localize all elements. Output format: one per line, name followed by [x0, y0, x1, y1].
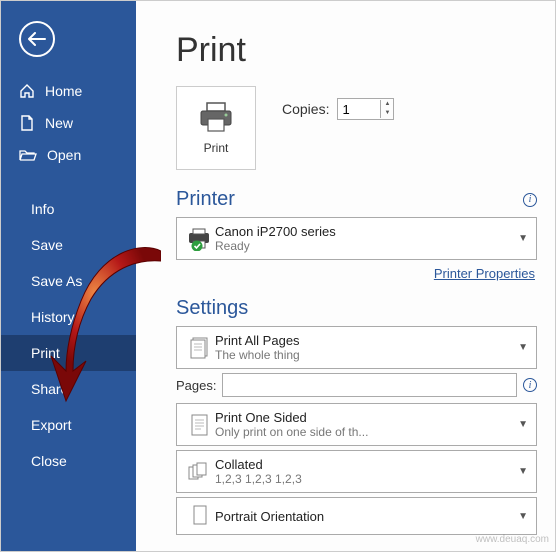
watermark: www.deuaq.com — [476, 534, 549, 545]
copies-label: Copies: — [282, 101, 329, 117]
settings-heading: Settings — [176, 297, 248, 320]
pages-label: Pages: — [176, 378, 216, 393]
back-button[interactable] — [19, 21, 55, 57]
folder-open-icon — [19, 147, 37, 163]
copies-spinbox[interactable]: ▲ ▼ — [337, 98, 394, 120]
print-sides-dropdown[interactable]: Print One Sided Only print on one side o… — [176, 403, 537, 446]
arrow-left-icon — [28, 32, 46, 46]
chevron-down-icon: ▼ — [512, 466, 528, 477]
one-sided-icon — [188, 412, 212, 438]
print-panel: Print Print Copies: ▲ ▼ — [136, 1, 555, 551]
sidebar-item-label: Print — [31, 345, 60, 361]
dropdown-line1: Portrait Orientation — [215, 509, 324, 524]
dropdown-line1: Print One Sided — [215, 410, 512, 425]
sidebar-item-label: Info — [31, 201, 54, 217]
sidebar-item-label: Close — [31, 453, 67, 469]
sidebar-item-label: Export — [31, 417, 71, 433]
backstage-sidebar: Home New Open Info Save Save As History … — [1, 1, 136, 551]
chevron-down-icon: ▼ — [512, 233, 528, 244]
sidebar-item-save-as[interactable]: Save As — [1, 263, 136, 299]
home-icon — [19, 83, 35, 99]
sidebar-item-export[interactable]: Export — [1, 407, 136, 443]
dropdown-line2: The whole thing — [215, 348, 512, 362]
print-button[interactable]: Print — [176, 86, 256, 170]
sidebar-item-home[interactable]: Home — [1, 75, 136, 107]
sidebar-item-label: History — [31, 309, 75, 325]
chevron-down-icon: ▼ — [512, 511, 528, 522]
spin-down-icon[interactable]: ▼ — [381, 109, 393, 118]
collated-icon — [187, 460, 213, 484]
collate-dropdown[interactable]: Collated 1,2,3 1,2,3 1,2,3 ▼ — [176, 450, 537, 493]
sidebar-item-print[interactable]: Print — [1, 335, 136, 371]
printer-heading: Printer — [176, 188, 235, 211]
dropdown-line2: 1,2,3 1,2,3 1,2,3 — [215, 472, 512, 486]
dropdown-line2: Only print on one side of th... — [215, 425, 512, 439]
chevron-down-icon: ▼ — [512, 419, 528, 430]
page-title: Print — [176, 31, 537, 70]
printer-name: Canon iP2700 series — [215, 224, 512, 239]
printer-info-icon[interactable]: i — [523, 193, 537, 207]
sidebar-item-info[interactable]: Info — [1, 191, 136, 227]
chevron-down-icon: ▼ — [512, 342, 528, 353]
spin-up-icon[interactable]: ▲ — [381, 100, 393, 109]
sidebar-item-label: New — [45, 115, 73, 131]
printer-ready-icon — [186, 227, 214, 251]
pages-input[interactable] — [222, 373, 517, 397]
printer-dropdown[interactable]: Canon iP2700 series Ready ▼ — [176, 217, 537, 260]
sidebar-item-share[interactable]: Share — [1, 371, 136, 407]
sidebar-item-open[interactable]: Open — [1, 139, 136, 171]
print-button-label: Print — [204, 141, 229, 155]
sidebar-item-new[interactable]: New — [1, 107, 136, 139]
dropdown-line1: Print All Pages — [215, 333, 512, 348]
dropdown-line1: Collated — [215, 457, 512, 472]
sidebar-item-history[interactable]: History — [1, 299, 136, 335]
new-doc-icon — [19, 115, 35, 131]
printer-icon — [197, 101, 235, 133]
sidebar-item-label: Save — [31, 237, 63, 253]
pages-info-icon[interactable]: i — [523, 378, 537, 392]
sidebar-item-label: Open — [47, 147, 81, 163]
printer-properties-link[interactable]: Printer Properties — [176, 266, 535, 281]
copies-input[interactable] — [338, 99, 380, 119]
printer-status: Ready — [215, 239, 512, 253]
print-scope-dropdown[interactable]: Print All Pages The whole thing ▼ — [176, 326, 537, 369]
sidebar-item-label: Save As — [31, 273, 82, 289]
portrait-icon — [190, 504, 210, 528]
sidebar-item-close[interactable]: Close — [1, 443, 136, 479]
sidebar-item-save[interactable]: Save — [1, 227, 136, 263]
orientation-dropdown[interactable]: Portrait Orientation ▼ — [176, 497, 537, 535]
sidebar-item-label: Home — [45, 83, 82, 99]
pages-icon — [188, 335, 212, 361]
sidebar-item-label: Share — [31, 381, 68, 397]
